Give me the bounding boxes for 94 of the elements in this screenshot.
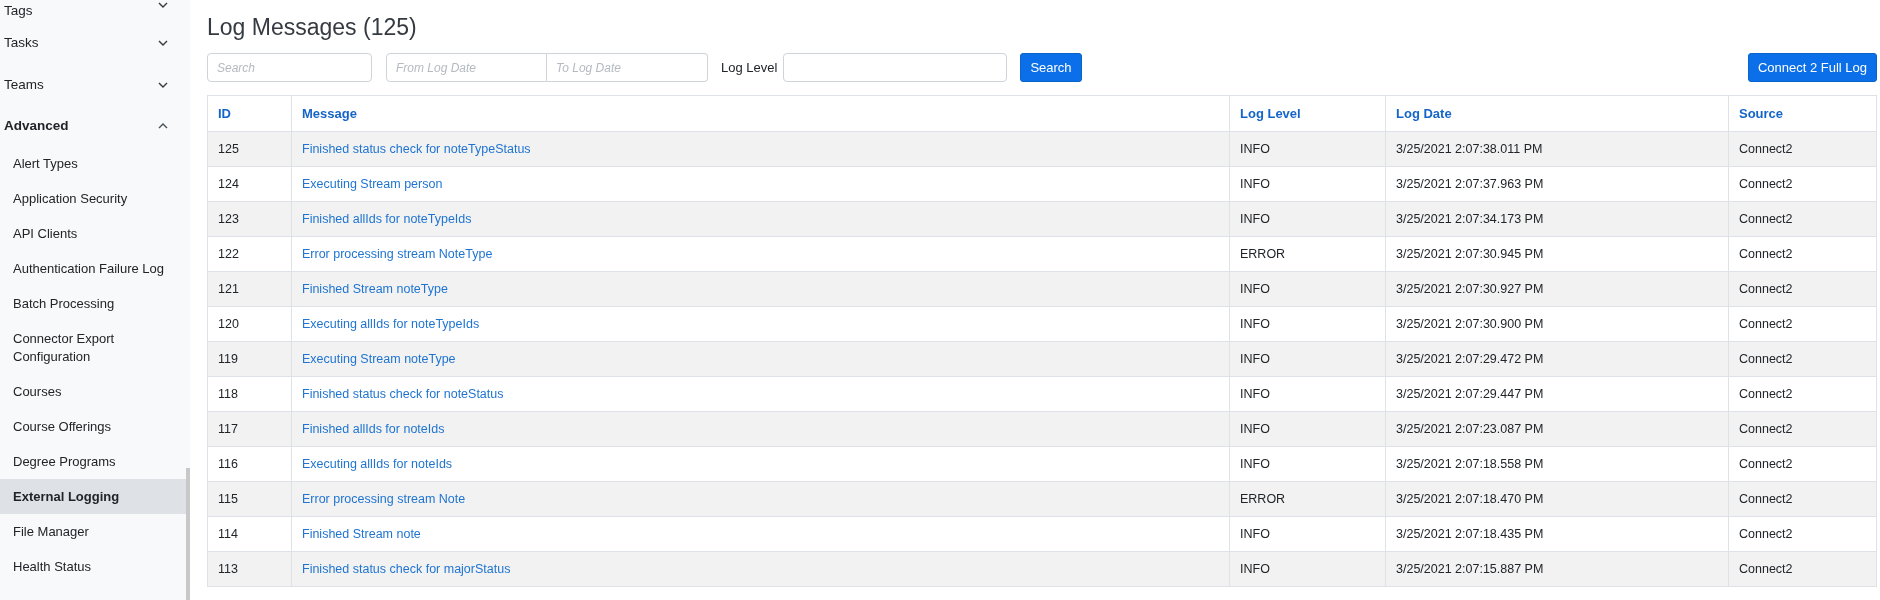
table-cell: 3/25/2021 2:07:29.447 PM	[1385, 376, 1729, 412]
table-cell: ERROR	[1229, 236, 1386, 272]
table-cell: 3/25/2021 2:07:37.963 PM	[1385, 166, 1729, 202]
log-level-field[interactable]	[783, 53, 1008, 82]
table-cell: 3/25/2021 2:07:38.011 PM	[1385, 131, 1729, 167]
table-cell: Connect2	[1728, 131, 1877, 167]
sidebar-item[interactable]: File Manager	[0, 514, 190, 549]
table-cell: Connect2	[1728, 201, 1877, 237]
table-cell: Connect2	[1728, 376, 1877, 412]
column-header[interactable]: Message	[291, 95, 1230, 132]
sidebar-item[interactable]: Batch Processing	[0, 286, 190, 321]
column-header[interactable]: Log Level	[1229, 95, 1386, 132]
field-label: Log Level	[721, 60, 778, 75]
table-cell: 118	[207, 376, 292, 412]
table-cell: 3/25/2021 2:07:30.927 PM	[1385, 271, 1729, 307]
table-cell: 114	[207, 516, 292, 552]
message-link[interactable]: Executing Stream person	[302, 177, 443, 191]
page-title: Log Messages (125)	[207, 13, 417, 42]
scrollbar-thumb[interactable]	[186, 468, 190, 600]
column-header[interactable]: Source	[1728, 95, 1877, 132]
table-cell: 3/25/2021 2:07:18.435 PM	[1385, 516, 1729, 552]
table-cell: 115	[207, 481, 292, 517]
sidebar-item[interactable]: Connector Export Configuration	[0, 321, 190, 374]
table-cell: Connect2	[1728, 411, 1877, 447]
table-cell: Connect2	[1728, 306, 1877, 342]
date-field[interactable]: To Log Date	[547, 53, 708, 82]
sidebar-item[interactable]: Tasks	[0, 22, 190, 64]
table-cell: 3/25/2021 2:07:34.173 PM	[1385, 201, 1729, 237]
table-cell: Connect2	[1728, 271, 1877, 307]
table-cell: INFO	[1229, 306, 1386, 342]
table-cell: INFO	[1229, 166, 1386, 202]
table-cell: 122	[207, 236, 292, 272]
message-link[interactable]: Executing allIds for noteTypeIds	[302, 317, 480, 331]
table-cell: INFO	[1229, 271, 1386, 307]
message-link[interactable]: Finished status check for noteStatus	[302, 387, 504, 401]
table-cell: ERROR	[1229, 481, 1386, 517]
table-cell: 123	[207, 201, 292, 237]
table-cell: INFO	[1229, 411, 1386, 447]
table-cell: Connect2	[1728, 446, 1877, 482]
search-field[interactable]: Search	[207, 53, 372, 82]
message-link[interactable]: Finished status check for majorStatus	[302, 562, 511, 576]
message-link[interactable]: Finished Stream note	[302, 527, 421, 541]
table-cell: 3/25/2021 2:07:18.470 PM	[1385, 481, 1729, 517]
table-cell: INFO	[1229, 201, 1386, 237]
table-cell: INFO	[1229, 551, 1386, 587]
table-cell: 116	[207, 446, 292, 482]
table-cell: 120	[207, 306, 292, 342]
sidebar-item[interactable]: Advanced	[0, 106, 190, 146]
search-button[interactable]: Search	[1020, 53, 1082, 82]
table-cell: 119	[207, 341, 292, 377]
message-link[interactable]: Finished allIds for noteTypeIds	[302, 212, 472, 226]
sidebar-item[interactable]: Application Security	[0, 181, 190, 216]
table-cell: INFO	[1229, 341, 1386, 377]
sidebar-item[interactable]: Health Status	[0, 549, 190, 584]
table-cell: Connect2	[1728, 551, 1877, 587]
table-cell: Connect2	[1728, 516, 1877, 552]
sidebar-item[interactable]: Alert Types	[0, 146, 190, 181]
table-cell: 3/25/2021 2:07:29.472 PM	[1385, 341, 1729, 377]
table-cell: 3/25/2021 2:07:30.945 PM	[1385, 236, 1729, 272]
table-cell: 3/25/2021 2:07:15.887 PM	[1385, 551, 1729, 587]
sidebar-item[interactable]: Teams	[0, 64, 190, 106]
column-header[interactable]: ID	[207, 95, 292, 132]
sidebar-item[interactable]: Authentication Failure Log	[0, 251, 190, 286]
full-log-button[interactable]: Connect 2 Full Log	[1747, 53, 1877, 82]
message-link[interactable]: Executing Stream noteType	[302, 352, 456, 366]
table-cell: 125	[207, 131, 292, 167]
table-cell: INFO	[1229, 516, 1386, 552]
sidebar-item[interactable]: Tags	[0, 0, 190, 22]
table-cell: INFO	[1229, 446, 1386, 482]
table-cell: INFO	[1229, 376, 1386, 412]
message-link[interactable]: Finished allIds for noteIds	[302, 422, 445, 436]
table-cell: INFO	[1229, 131, 1386, 167]
sidebar-item[interactable]: API Clients	[0, 216, 190, 251]
date-field[interactable]: From Log Date	[386, 53, 547, 82]
message-link[interactable]: Finished Stream noteType	[302, 282, 448, 296]
table-cell: 113	[207, 551, 292, 587]
message-link[interactable]: Executing allIds for noteIds	[302, 457, 453, 471]
message-link[interactable]: Error processing stream NoteType	[302, 247, 493, 261]
message-link[interactable]: Finished status check for noteTypeStatus	[302, 142, 531, 156]
table-cell: Connect2	[1728, 341, 1877, 377]
table-cell: 124	[207, 166, 292, 202]
column-header[interactable]: Log Date	[1385, 95, 1729, 132]
table-cell: 3/25/2021 2:07:18.558 PM	[1385, 446, 1729, 482]
table-cell: Connect2	[1728, 166, 1877, 202]
table-cell: 3/25/2021 2:07:30.900 PM	[1385, 306, 1729, 342]
sidebar-item[interactable]: Course Offerings	[0, 409, 190, 444]
table-cell: 3/25/2021 2:07:23.087 PM	[1385, 411, 1729, 447]
sidebar-item[interactable]: Degree Programs	[0, 444, 190, 479]
table-cell: Connect2	[1728, 481, 1877, 517]
table-cell: Connect2	[1728, 236, 1877, 272]
table-cell: 117	[207, 411, 292, 447]
sidebar-item[interactable]: Courses	[0, 374, 190, 409]
message-link[interactable]: Error processing stream Note	[302, 492, 466, 506]
table-cell: 121	[207, 271, 292, 307]
